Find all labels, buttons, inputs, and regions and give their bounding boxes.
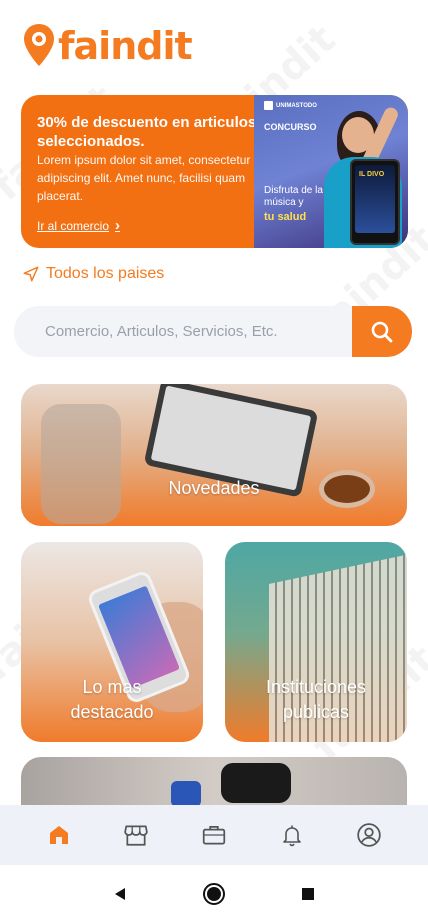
brand-mark-icon bbox=[264, 101, 273, 110]
card-image-figure bbox=[171, 781, 201, 807]
back-icon bbox=[115, 887, 125, 900]
promo-phone-text: IL DIVO bbox=[359, 171, 385, 178]
brand-logo: faindit bbox=[22, 22, 193, 70]
promo-link-label: Ir al comercio bbox=[37, 218, 110, 233]
bell-icon bbox=[282, 825, 301, 847]
promo-image-brand: UNIMASTODO bbox=[264, 101, 317, 110]
search-bar bbox=[14, 306, 412, 357]
category-card-novedades[interactable]: Novedades bbox=[21, 384, 407, 526]
store-icon bbox=[124, 825, 149, 846]
nav-profile-button[interactable] bbox=[349, 815, 389, 855]
search-input[interactable] bbox=[14, 306, 354, 357]
system-home-button[interactable] bbox=[202, 882, 226, 906]
briefcase-icon bbox=[202, 826, 226, 845]
nav-home-button[interactable] bbox=[39, 815, 79, 855]
card-image-hand bbox=[41, 404, 121, 524]
promo-banner[interactable]: 30% de descuento en articulos selecciona… bbox=[21, 95, 408, 248]
logo-text: faindit bbox=[58, 24, 193, 68]
promo-image-concurso: CONCURSO bbox=[264, 122, 317, 132]
home-circle-icon bbox=[203, 882, 225, 905]
nav-notifications-button[interactable] bbox=[272, 815, 312, 855]
promo-image-salud: tu salud bbox=[264, 211, 307, 223]
search-icon bbox=[371, 321, 393, 342]
recents-icon bbox=[302, 887, 314, 900]
nav-briefcase-button[interactable] bbox=[194, 815, 234, 855]
category-card-destacado[interactable]: Lo mas destacado bbox=[21, 542, 203, 742]
country-selector-label: Todos los paises bbox=[46, 265, 165, 282]
home-icon bbox=[49, 826, 68, 844]
category-label: Lo mas destacado bbox=[70, 677, 154, 722]
navigation-arrow-icon bbox=[23, 266, 39, 282]
bottom-nav bbox=[0, 805, 428, 865]
system-recents-button[interactable] bbox=[296, 882, 320, 906]
system-back-button[interactable] bbox=[108, 882, 132, 906]
promo-link[interactable]: Ir al comercio › bbox=[37, 217, 120, 234]
promo-image-tagline: Disfruta de la música y bbox=[264, 185, 323, 208]
promo-title: 30% de descuento en articulos selecciona… bbox=[37, 114, 257, 150]
app-screen: faindit faindit faindit faindit faindit … bbox=[0, 0, 428, 922]
promo-image: UNIMASTODO CONCURSO Disfruta de la músic… bbox=[254, 95, 408, 248]
category-label: Novedades bbox=[168, 478, 260, 498]
search-button[interactable] bbox=[352, 306, 412, 357]
system-nav-bar bbox=[0, 865, 428, 922]
country-selector[interactable]: Todos los paises bbox=[22, 265, 164, 283]
category-label: Instituciones publicas bbox=[265, 677, 367, 722]
category-card-instituciones[interactable]: Instituciones publicas bbox=[225, 542, 407, 742]
promo-image-phone: IL DIVO bbox=[350, 159, 400, 245]
chevron-right-icon: › bbox=[115, 217, 121, 234]
promo-body: Lorem ipsum dolor sit amet, consectetur … bbox=[37, 153, 251, 203]
user-icon bbox=[357, 823, 381, 847]
card-image-camera bbox=[221, 763, 291, 803]
promo-text: 30% de descuento en articulos selecciona… bbox=[37, 113, 262, 205]
location-pin-logo-icon bbox=[24, 24, 54, 66]
nav-store-button[interactable] bbox=[116, 815, 156, 855]
